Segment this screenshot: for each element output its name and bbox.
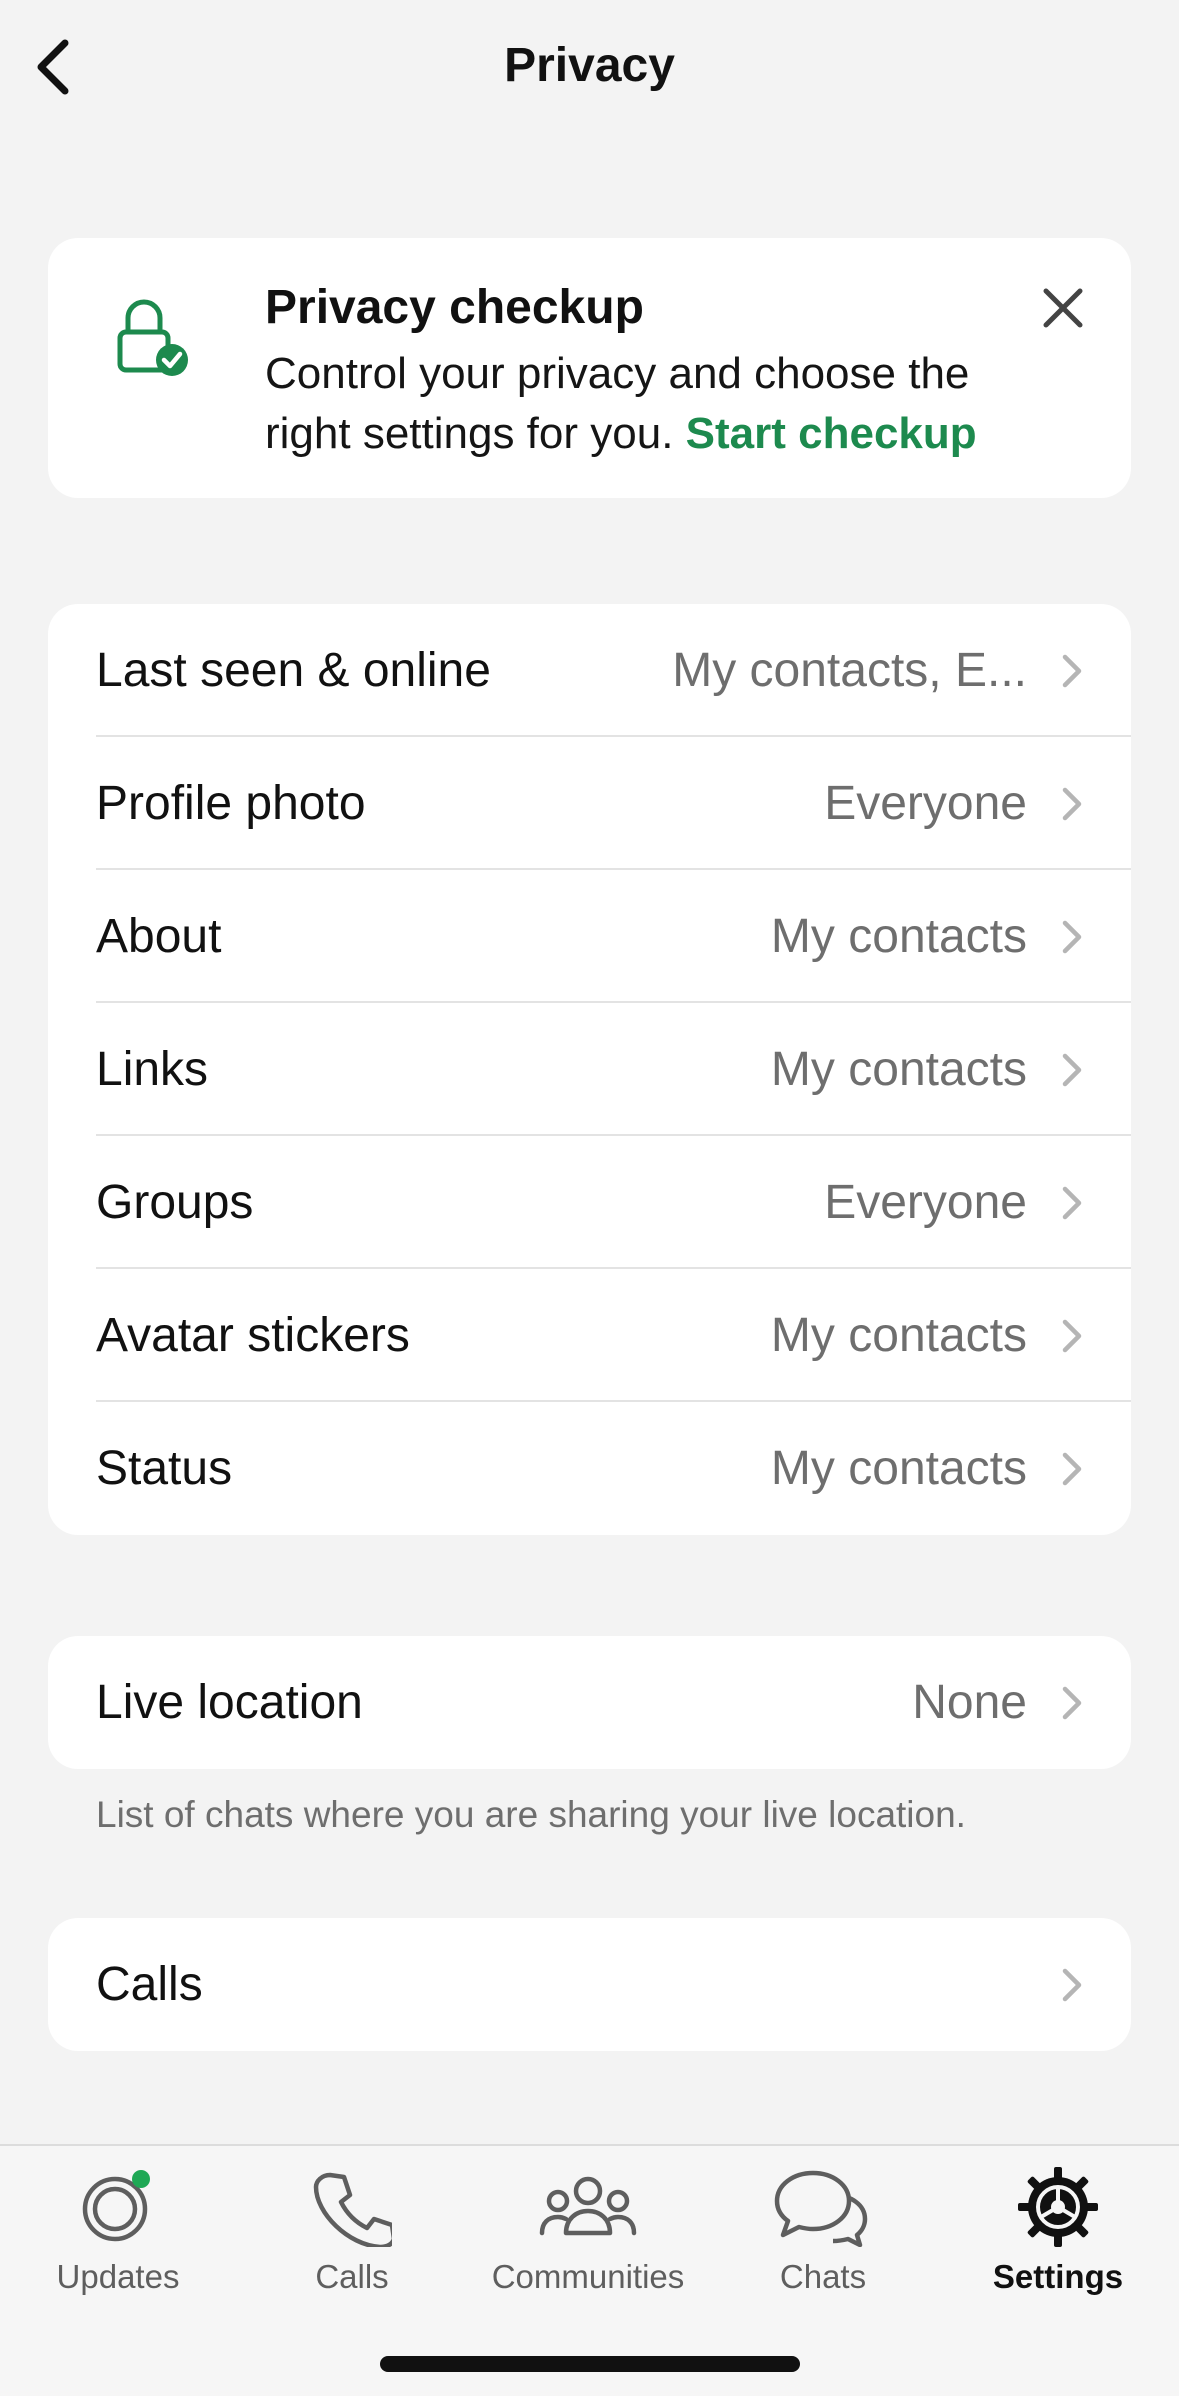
chevron-right-icon: [1062, 1968, 1082, 2001]
row-label: Profile photo: [96, 777, 366, 830]
privacy-settings-list: Last seen & online My contacts, E... Pro…: [48, 604, 1131, 1535]
chats-icon: [774, 2170, 868, 2247]
communities-icon: [539, 2176, 637, 2236]
live-location-card: Live location None: [48, 1636, 1131, 1769]
privacy-checkup-card: Privacy checkup Control your privacy and…: [48, 238, 1131, 498]
row-label: About: [96, 910, 222, 963]
start-checkup-link[interactable]: Start checkup: [686, 409, 977, 458]
tab-updates[interactable]: Updates: [0, 2164, 236, 2314]
row-label: Calls: [96, 1958, 203, 2011]
row-label: Live location: [96, 1676, 363, 1729]
chevron-right-icon: [1062, 920, 1082, 953]
row-value: None: [912, 1676, 1027, 1729]
row-label: Last seen & online: [96, 644, 491, 697]
chevron-right-icon: [1062, 1452, 1082, 1485]
chevron-right-icon: [1062, 654, 1082, 687]
page-title: Privacy: [504, 39, 675, 92]
checkup-description: Control your privacy and choose the righ…: [265, 344, 1055, 464]
close-icon: [1043, 288, 1083, 328]
phone-icon: [313, 2172, 392, 2247]
row-links[interactable]: Links My contacts: [48, 1003, 1131, 1136]
tab-communities[interactable]: Communities: [470, 2164, 706, 2314]
tab-label: Chats: [779, 2258, 867, 2295]
chevron-right-icon: [1062, 1686, 1082, 1719]
row-value: My contacts: [770, 1043, 1027, 1096]
row-value: My contacts: [770, 1442, 1027, 1495]
row-value: Everyone: [824, 1176, 1027, 1229]
tab-chats[interactable]: Chats: [705, 2164, 941, 2314]
row-calls[interactable]: Calls: [48, 1918, 1131, 2051]
row-value: My contacts: [770, 1309, 1027, 1362]
privacy-screen: Privacy Privacy checkup Control your pri…: [0, 0, 1179, 2396]
calls-card: Calls: [48, 1918, 1131, 2051]
tab-settings[interactable]: Settings: [940, 2164, 1176, 2314]
row-avatar-stickers[interactable]: Avatar stickers My contacts: [48, 1269, 1131, 1402]
tab-label: Updates: [56, 2258, 180, 2295]
row-label: Links: [96, 1043, 209, 1096]
chevron-right-icon: [1062, 1053, 1082, 1086]
tab-label: Settings: [992, 2258, 1124, 2295]
tab-label: Communities: [491, 2258, 685, 2295]
row-label: Avatar stickers: [96, 1309, 410, 1362]
row-value: My contacts, E...: [672, 644, 1027, 697]
tab-label: Calls: [315, 2258, 389, 2295]
row-value: My contacts: [770, 910, 1027, 963]
updates-icon: [82, 2170, 150, 2242]
live-location-footnote: List of chats where you are sharing your…: [96, 1794, 966, 1835]
row-about[interactable]: About My contacts: [48, 870, 1131, 1003]
home-indicator: [380, 2356, 800, 2372]
chevron-right-icon: [1062, 1186, 1082, 1219]
chevron-right-icon: [1062, 787, 1082, 820]
close-checkup-button[interactable]: [1033, 278, 1093, 338]
row-profile-photo[interactable]: Profile photo Everyone: [48, 737, 1131, 870]
gear-icon: [1018, 2167, 1098, 2247]
chevron-right-icon: [1062, 1319, 1082, 1352]
row-groups[interactable]: Groups Everyone: [48, 1136, 1131, 1269]
row-value: Everyone: [824, 777, 1027, 830]
lock-check-icon: [117, 299, 188, 376]
row-label: Groups: [96, 1176, 254, 1229]
row-live-location[interactable]: Live location None: [48, 1636, 1131, 1769]
tab-calls[interactable]: Calls: [234, 2164, 470, 2314]
row-last-seen-online[interactable]: Last seen & online My contacts, E...: [48, 604, 1131, 737]
row-label: Status: [96, 1442, 233, 1495]
row-status[interactable]: Status My contacts: [48, 1402, 1131, 1535]
checkup-title: Privacy checkup: [265, 281, 644, 334]
nav-header: Privacy: [0, 0, 1179, 136]
